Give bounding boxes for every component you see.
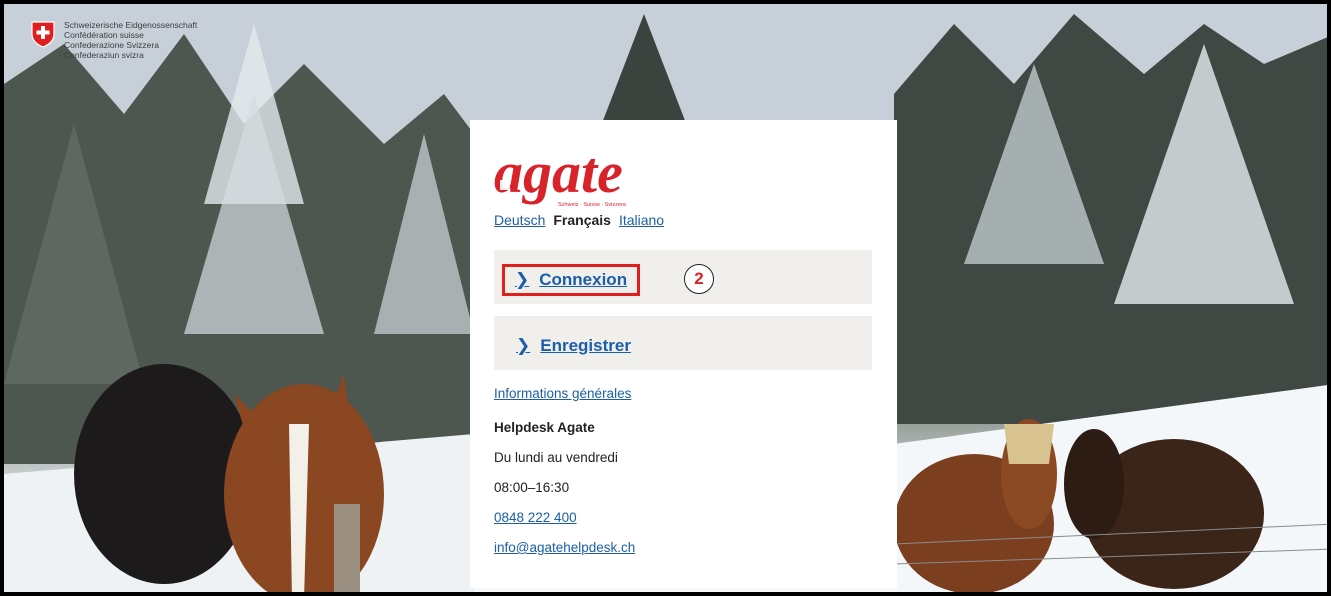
federation-name-rm: Confederaziun svizra: [64, 50, 144, 60]
federation-name-de: Schweizerische Eidgenossenschaft: [64, 20, 198, 30]
register-button[interactable]: ❯ Enregistrer: [506, 330, 641, 362]
agate-logo: agate Schweiz · Suisse · Svizzera: [494, 142, 627, 208]
browser-viewport: Schweizerische Eidgenossenschaft Confédé…: [0, 0, 1331, 596]
chevron-right-icon: ❯: [516, 336, 531, 355]
helpdesk-email-link[interactable]: info@agatehelpdesk.ch: [494, 540, 635, 555]
step-badge: 2: [684, 264, 714, 294]
login-button-label: Connexion: [539, 270, 628, 289]
lang-link-italiano[interactable]: Italiano: [619, 212, 664, 228]
helpdesk-hours: 08:00–16:30: [494, 480, 570, 495]
helpdesk-title: Helpdesk Agate: [494, 420, 595, 435]
agate-logo-wordmark: agate: [494, 142, 623, 205]
federation-name-it: Confederazione Svizzera: [64, 40, 159, 50]
login-panel: ❯ Connexion 2: [494, 250, 872, 304]
general-info-link[interactable]: Informations générales: [494, 386, 631, 401]
register-button-label: Enregistrer: [540, 336, 631, 355]
swiss-cross-shield-icon: [31, 21, 55, 48]
federation-names: Schweizerische Eidgenossenschaft Confédé…: [64, 20, 197, 60]
federal-identity: Schweizerische Eidgenossenschaft Confédé…: [30, 20, 197, 60]
lang-current-francais: Français: [553, 212, 611, 228]
chevron-right-icon: ❯: [515, 270, 530, 289]
login-button[interactable]: ❯ Connexion: [502, 264, 641, 296]
register-panel: ❯ Enregistrer: [494, 316, 872, 370]
agate-logo-tagline: Schweiz · Suisse · Svizzera: [558, 202, 627, 208]
login-card: agate Schweiz · Suisse · Svizzera Deutsc…: [470, 120, 897, 588]
federation-name-fr: Confédération suisse: [64, 30, 144, 40]
language-switcher: Deutsch Français Italiano: [494, 212, 664, 228]
helpdesk-days: Du lundi au vendredi: [494, 450, 618, 465]
lang-link-deutsch[interactable]: Deutsch: [494, 212, 545, 228]
helpdesk-phone-link[interactable]: 0848 222 400: [494, 510, 577, 525]
